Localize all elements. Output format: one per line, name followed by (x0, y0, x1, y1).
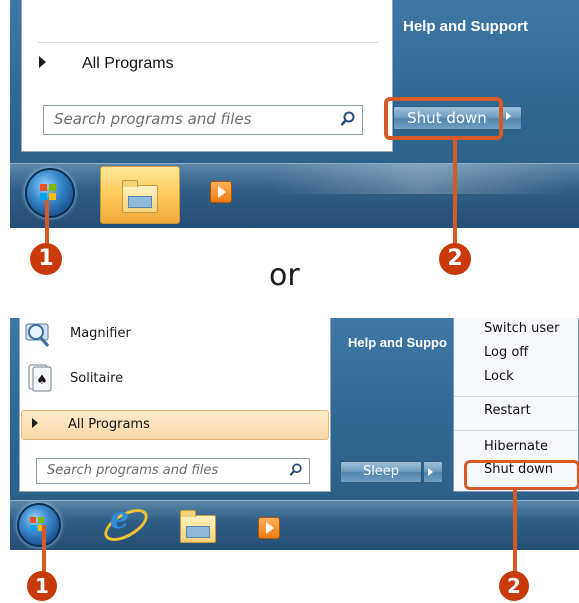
media-player-icon[interactable] (210, 181, 232, 203)
program-item-magnifier[interactable]: Magnifier (24, 320, 324, 354)
solitaire-icon: ♠ (28, 364, 52, 392)
all-programs-item[interactable]: All Programs (21, 410, 329, 440)
search-icon[interactable] (340, 111, 356, 127)
callout-badge-1: 1 (27, 571, 57, 601)
shut-down-highlight (384, 97, 503, 140)
menu-item-label: Lock (484, 369, 514, 384)
search-input[interactable]: Search programs and files (43, 105, 363, 135)
menu-separator (454, 396, 578, 397)
help-and-support-link[interactable]: Help and Support (403, 18, 528, 35)
start-menu-screenshot-bottom: Magnifier ♠ Solitaire All Programs Searc… (10, 318, 579, 550)
taskbar (10, 163, 579, 228)
menu-item-log-off[interactable]: Log off (454, 345, 578, 367)
search-input[interactable]: Search programs and files (36, 458, 310, 484)
all-programs-item[interactable]: All Programs (32, 52, 372, 78)
power-options-arrow[interactable] (423, 461, 443, 483)
chevron-right-icon (32, 418, 38, 428)
sleep-button[interactable]: Sleep (340, 461, 422, 483)
chevron-right-icon (506, 112, 511, 120)
menu-separator (454, 430, 578, 431)
program-label: Magnifier (70, 326, 131, 341)
sleep-button-label: Sleep (362, 464, 400, 479)
shut-down-menu-highlight (464, 460, 579, 490)
search-placeholder: Search programs and files (47, 463, 219, 478)
all-programs-label: All Programs (82, 55, 174, 72)
menu-item-lock[interactable]: Lock (454, 369, 578, 391)
shut-down-options-arrow[interactable] (500, 106, 522, 130)
callout-line-1-top (45, 200, 49, 245)
menu-item-label: Hibernate (484, 439, 549, 454)
explorer-taskbar-button[interactable] (100, 166, 180, 224)
help-and-support-link[interactable]: Help and Suppo (348, 335, 447, 350)
program-label: Solitaire (70, 371, 124, 386)
start-orb-icon[interactable] (25, 168, 75, 218)
or-separator: or (269, 258, 300, 293)
callout-badge-2: 2 (499, 571, 529, 601)
folder-icon (122, 180, 158, 213)
start-orb-icon[interactable] (17, 503, 61, 547)
search-icon[interactable] (289, 463, 303, 477)
menu-item-label: Log off (484, 345, 529, 360)
menu-item-restart[interactable]: Restart (454, 403, 578, 425)
taskbar: e (10, 500, 579, 550)
magnifier-icon (25, 323, 50, 347)
menu-item-label: Switch user (484, 321, 560, 336)
callout-line-1-bottom (42, 525, 46, 575)
all-programs-label: All Programs (68, 417, 150, 432)
internet-explorer-icon[interactable]: e (110, 501, 129, 536)
callout-badge-1: 1 (30, 243, 62, 275)
callout-line-2-top (453, 140, 457, 243)
callout-badge-2: 2 (439, 243, 471, 275)
search-placeholder: Search programs and files (54, 110, 252, 128)
chevron-right-icon (428, 468, 433, 476)
folder-icon[interactable] (180, 510, 216, 543)
separator-line (38, 42, 378, 43)
menu-item-switch-user[interactable]: Switch user (454, 321, 578, 343)
media-player-icon[interactable] (258, 517, 280, 539)
svg-text:♠: ♠ (36, 373, 48, 388)
callout-line-2-bottom (513, 490, 517, 580)
menu-item-label: Restart (484, 403, 531, 418)
menu-item-hibernate[interactable]: Hibernate (454, 439, 578, 461)
chevron-right-icon (39, 56, 46, 68)
program-item-solitaire[interactable]: ♠ Solitaire (24, 362, 324, 396)
